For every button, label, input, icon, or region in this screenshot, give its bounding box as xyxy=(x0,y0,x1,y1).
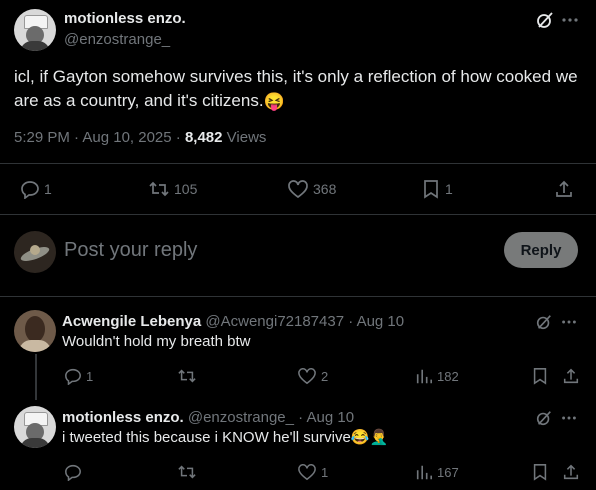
views-label: Views xyxy=(222,129,267,146)
grok-icon[interactable] xyxy=(535,313,553,336)
reply-date[interactable]: · Aug 10 xyxy=(294,409,354,426)
share-icon[interactable] xyxy=(562,367,580,390)
tweet-text: icl, if Gayton somehow survives this, it… xyxy=(14,65,584,114)
divider xyxy=(0,296,596,297)
grok-icon[interactable] xyxy=(535,10,555,35)
reply-input[interactable]: Post your reply xyxy=(64,239,197,262)
reply-icon xyxy=(65,368,81,385)
bookmark-icon[interactable] xyxy=(531,367,549,390)
repost-icon xyxy=(178,465,196,479)
heart-icon xyxy=(298,368,316,385)
tweet-body: icl, if Gayton somehow survives this, it… xyxy=(14,67,578,110)
more-icon[interactable] xyxy=(560,313,578,336)
bookmark-count: 1 xyxy=(445,181,453,197)
views-count: 167 xyxy=(437,464,459,480)
author-handle[interactable]: @enzostrange_ xyxy=(188,409,294,426)
timestamp[interactable]: 5:29 PM · Aug 10, 2025 · xyxy=(14,129,185,146)
like-count: 1 xyxy=(321,464,329,480)
reply-text: Wouldn't hold my breath btw xyxy=(62,333,251,350)
repost-action[interactable] xyxy=(177,463,197,481)
heart-icon xyxy=(298,464,316,481)
tweet-meta: 5:29 PM · Aug 10, 2025 · 8,482 Views xyxy=(14,129,266,146)
bookmark-icon[interactable] xyxy=(531,463,549,486)
like-action[interactable]: 2 xyxy=(297,367,328,385)
reply-icon xyxy=(65,464,81,481)
views-count: 8,482 xyxy=(184,129,223,146)
bookmark-action[interactable]: 1 xyxy=(421,179,453,199)
repost-action[interactable] xyxy=(177,367,197,385)
avatar[interactable] xyxy=(14,9,56,51)
repost-count: 105 xyxy=(174,181,198,197)
grok-icon[interactable] xyxy=(535,409,553,432)
reply-header: motionless enzo. @enzostrange_ · Aug 10 xyxy=(62,409,354,426)
author-handle[interactable]: @enzostrange_ xyxy=(64,31,170,48)
heart-icon xyxy=(288,180,308,199)
like-count: 2 xyxy=(321,368,329,384)
author-name[interactable]: Acwengile Lebenya xyxy=(62,313,201,330)
reply-icon xyxy=(21,181,39,199)
avatar[interactable] xyxy=(14,310,56,352)
reply-action[interactable]: 1 xyxy=(20,179,52,199)
repost-icon xyxy=(178,369,196,383)
repost-icon xyxy=(149,181,169,197)
more-icon[interactable] xyxy=(560,409,578,432)
avatar[interactable] xyxy=(14,406,56,448)
like-count: 368 xyxy=(313,181,337,197)
reply-body: i tweeted this because i KNOW he'll surv… xyxy=(62,429,351,446)
views-action[interactable]: 182 xyxy=(415,367,459,385)
reply-text: i tweeted this because i KNOW he'll surv… xyxy=(62,428,388,448)
share-icon[interactable] xyxy=(562,463,580,486)
thread-line xyxy=(35,354,37,400)
views-action[interactable]: 167 xyxy=(415,463,459,481)
author-name[interactable]: motionless enzo. xyxy=(64,10,186,27)
author-handle[interactable]: @Acwengi72187437 xyxy=(205,313,344,330)
analytics-icon xyxy=(416,465,433,480)
reply-header: Acwengile Lebenya @Acwengi72187437 · Aug… xyxy=(62,313,404,330)
reply-count: 1 xyxy=(44,181,52,197)
reply-date[interactable]: · Aug 10 xyxy=(344,313,404,330)
author-name[interactable]: motionless enzo. xyxy=(62,409,184,426)
reply-action[interactable]: 1 xyxy=(64,367,93,385)
views-count: 182 xyxy=(437,368,459,384)
bookmark-icon xyxy=(424,180,438,199)
repost-action[interactable]: 105 xyxy=(148,179,197,199)
avatar[interactable] xyxy=(14,231,56,273)
emoji: 😂🤦‍♂️ xyxy=(350,429,389,446)
emoji: 😝 xyxy=(263,91,285,111)
reply-action[interactable] xyxy=(64,463,82,481)
like-action[interactable]: 1 xyxy=(297,463,328,481)
reply-button[interactable]: Reply xyxy=(504,232,578,268)
divider xyxy=(0,163,596,164)
reply-count: 1 xyxy=(86,368,94,384)
divider xyxy=(0,214,596,215)
share-icon[interactable] xyxy=(554,179,574,204)
analytics-icon xyxy=(416,369,433,384)
more-icon[interactable] xyxy=(560,10,580,35)
like-action[interactable]: 368 xyxy=(287,179,336,199)
